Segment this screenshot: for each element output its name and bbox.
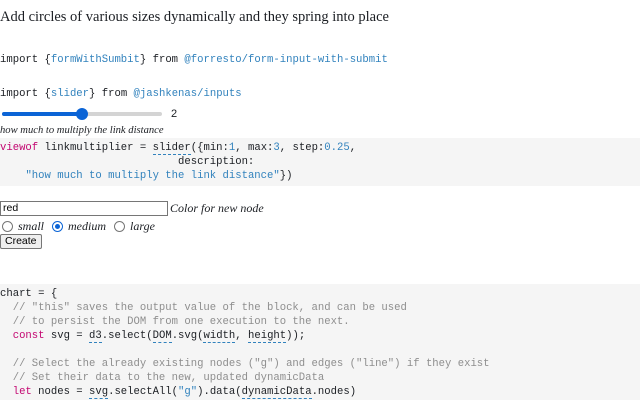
variable-name: linkmultiplier = [38,142,153,154]
code-cell-chart[interactable]: chart = { // "this" saves the output val… [0,284,640,400]
create-button[interactable]: Create [0,234,42,249]
import-source-link[interactable]: @jashkenas/inputs [134,88,242,100]
import-cell-form[interactable]: import {formWithSumbit} from @forresto/f… [0,42,388,66]
height-reference[interactable]: height [248,330,287,343]
import-cell-slider[interactable]: import {slider} from @jashkenas/inputs [0,76,242,100]
radio-medium[interactable] [52,221,64,232]
import-name[interactable]: formWithSumbit [51,54,140,66]
code-text: .nodes) [311,386,357,398]
string-literal: "how much to multiply the link distance" [25,170,280,182]
slider-value: 2 [171,108,178,120]
slider-reference[interactable]: slider [152,142,191,155]
code-comment: // Select the already existing nodes ("g… [0,358,490,370]
slider-description: how much to multiply the link distance [0,125,164,136]
radio-label-large[interactable]: large [130,219,155,234]
dom-reference[interactable]: DOM [152,330,172,343]
import-keyword: import [0,54,45,66]
code-text: , step: [279,142,325,154]
link-multiplier-slider[interactable] [2,106,164,122]
number-literal: 0.25 [324,142,350,154]
code-line: chart = { [0,288,58,300]
radio-small[interactable] [2,221,13,232]
code-text: nodes = [31,386,90,398]
string-literal: "g" [178,386,198,398]
code-text: , [349,142,357,154]
code-line: viewof linkmultiplier = slider({min:1, m… [0,142,357,155]
import-keyword: import [0,88,45,100]
page-title: Add circles of various sizes dynamically… [0,9,389,25]
code-line: const svg = d3.select(DOM.svg(width, hei… [0,330,306,343]
radio-label-medium[interactable]: medium [68,219,106,234]
code-line: description: [0,156,255,168]
code-text: svg = [44,330,90,342]
code-text: , [235,330,248,342]
code-text: .select( [101,330,153,342]
code-comment: // Set their data to the new, updated dy… [0,372,325,384]
keyword-viewof: viewof [0,142,39,154]
keyword-const: const [12,330,45,342]
code-comment: // "this" saves the output value of the … [0,302,407,314]
radio-label-small[interactable]: small [18,219,44,234]
dynamicdata-reference[interactable]: dynamicData [241,386,312,399]
from-keyword: from [146,54,185,66]
code-text: .svg( [171,330,204,342]
import-name[interactable]: slider [51,88,89,100]
code-text: }) [279,170,293,182]
code-line: let nodes = svg.selectAll("g").data(dyna… [0,386,357,399]
code-text: )); [286,330,306,342]
d3-reference[interactable]: d3 [89,330,102,343]
color-input-label: Color for new node [170,201,264,215]
slider-fill [2,112,82,116]
keyword-let: let [12,386,32,398]
slider-thumb[interactable] [76,108,88,120]
from-keyword: from [95,88,134,100]
code-text: .selectAll( [108,386,179,398]
code-comment: // to persist the DOM from one execution… [0,316,350,328]
code-cell-linkmultiplier[interactable]: viewof linkmultiplier = slider({min:1, m… [0,138,640,186]
code-text: ).data( [197,386,242,398]
radio-large[interactable] [114,221,126,232]
code-line: "how much to multiply the link distance"… [0,170,292,182]
import-source-link[interactable]: @forresto/form-input-with-submit [184,54,387,66]
code-text: ({min: [190,142,229,154]
color-input[interactable] [0,201,168,216]
code-text: , max: [235,142,274,154]
svg-reference[interactable]: svg [89,386,109,399]
size-radio-group[interactable]: small medium large [2,219,163,234]
width-reference[interactable]: width [203,330,236,343]
